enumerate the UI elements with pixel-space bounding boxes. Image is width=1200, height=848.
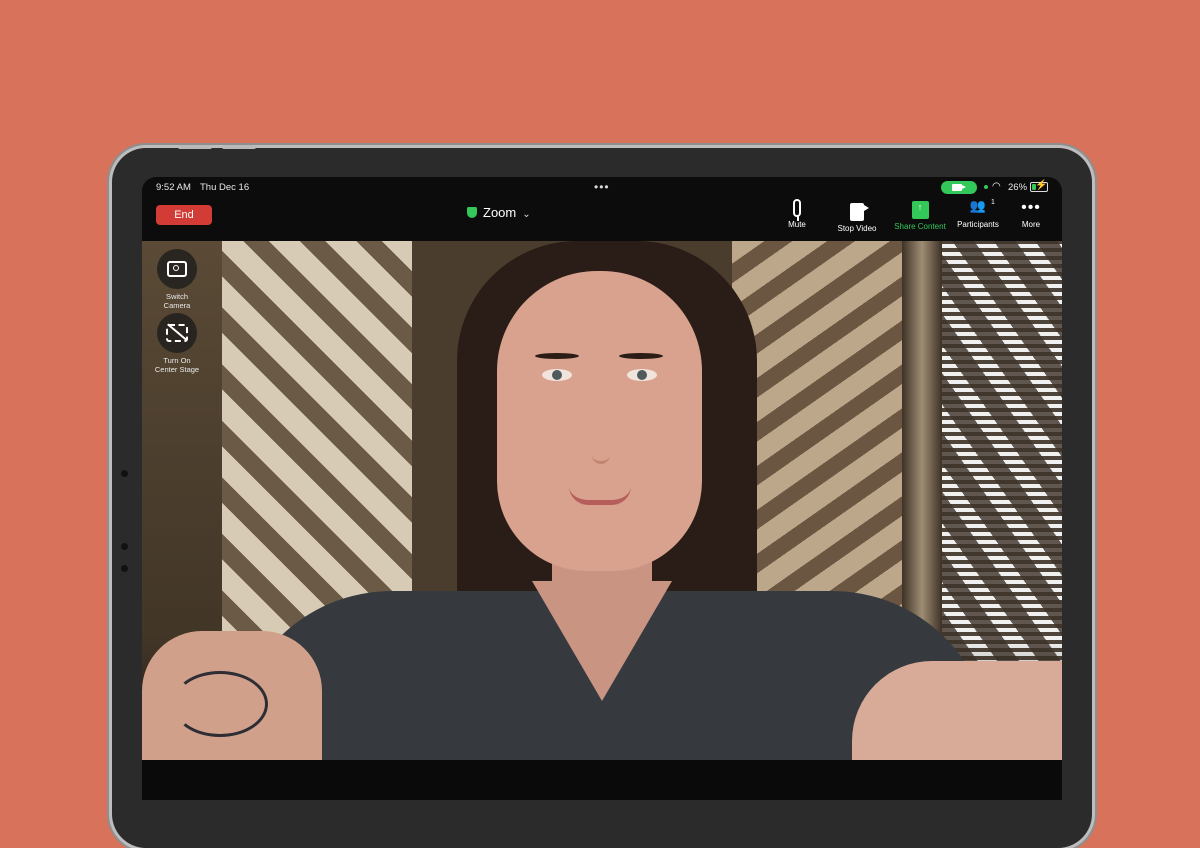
video-feed: Switch Camera Turn On Center Stage — [142, 241, 1062, 760]
center-stage-label-2: Center Stage — [154, 365, 200, 374]
participants-label: Participants — [957, 220, 999, 229]
share-screen-icon: ↑ — [911, 201, 929, 219]
nose — [592, 421, 610, 464]
more-button[interactable]: ••• More — [1016, 199, 1046, 229]
participant-face — [497, 271, 702, 571]
participants-button[interactable]: 👥 Participants — [952, 198, 1004, 230]
side-sensor — [121, 543, 128, 550]
share-content-label: Share Content — [894, 222, 946, 231]
microphone-icon — [793, 199, 801, 221]
recording-dot-icon — [984, 185, 988, 189]
share-content-button[interactable]: ↑ Share Content — [890, 199, 950, 231]
bottom-bar — [142, 760, 1062, 800]
wifi-icon: ◠ — [992, 181, 1001, 192]
camera-in-use-indicator — [941, 181, 977, 194]
center-stage-label-1: Turn On — [163, 356, 191, 365]
camera-indicator-icon — [952, 184, 966, 191]
meeting-title-text: Zoom — [483, 205, 517, 220]
participants-count-badge: 1 — [991, 199, 995, 206]
mouth — [569, 486, 631, 505]
side-sensor — [121, 470, 128, 477]
switch-camera-button[interactable]: Switch Camera — [154, 249, 200, 310]
battery-icon: ⚡ — [1030, 180, 1048, 192]
side-sensor — [121, 565, 128, 572]
more-dots-icon: ••• — [1021, 199, 1041, 216]
ipad-screen: 9:52 AM Thu Dec 16 ••• ◠ 26% ⚡ End Zoom ⌄… — [142, 177, 1062, 800]
center-stage-button[interactable]: Turn On Center Stage — [154, 313, 200, 374]
status-date: Thu Dec 16 — [200, 182, 250, 193]
arm-tattoo — [172, 671, 268, 737]
participant-right-arm — [852, 661, 1062, 760]
video-camera-icon — [850, 203, 869, 221]
ipad-top-button-2 — [222, 145, 256, 149]
status-bar: 9:52 AM Thu Dec 16 ••• ◠ 26% ⚡ — [142, 177, 1062, 197]
multitasking-dots-icon[interactable]: ••• — [594, 180, 610, 194]
stop-video-button[interactable]: Stop Video — [832, 199, 882, 233]
meeting-toolbar: End Zoom ⌄ Mute Stop Video ↑ Share Conten… — [142, 197, 1062, 241]
switch-camera-label: Switch Camera — [163, 292, 191, 310]
eye — [542, 369, 572, 381]
encryption-shield-icon — [467, 207, 477, 218]
stop-video-label: Stop Video — [837, 224, 877, 233]
end-meeting-button[interactable]: End — [156, 205, 212, 225]
participants-icon: 👥 — [969, 198, 987, 213]
center-stage-icon — [157, 313, 197, 353]
battery-percent: 26% — [1008, 182, 1028, 193]
mute-label: Mute — [788, 220, 806, 229]
ipad-top-button — [178, 145, 212, 149]
status-time: 9:52 AM — [156, 182, 191, 193]
eye — [627, 369, 657, 381]
meeting-title[interactable]: Zoom ⌄ — [467, 205, 531, 220]
brow — [619, 353, 663, 359]
mute-button[interactable]: Mute — [782, 199, 812, 229]
participant-video — [142, 241, 1062, 760]
switch-camera-icon — [157, 249, 197, 289]
more-label: More — [1021, 220, 1041, 229]
chevron-down-icon: ⌄ — [522, 209, 531, 220]
brow — [535, 353, 579, 359]
